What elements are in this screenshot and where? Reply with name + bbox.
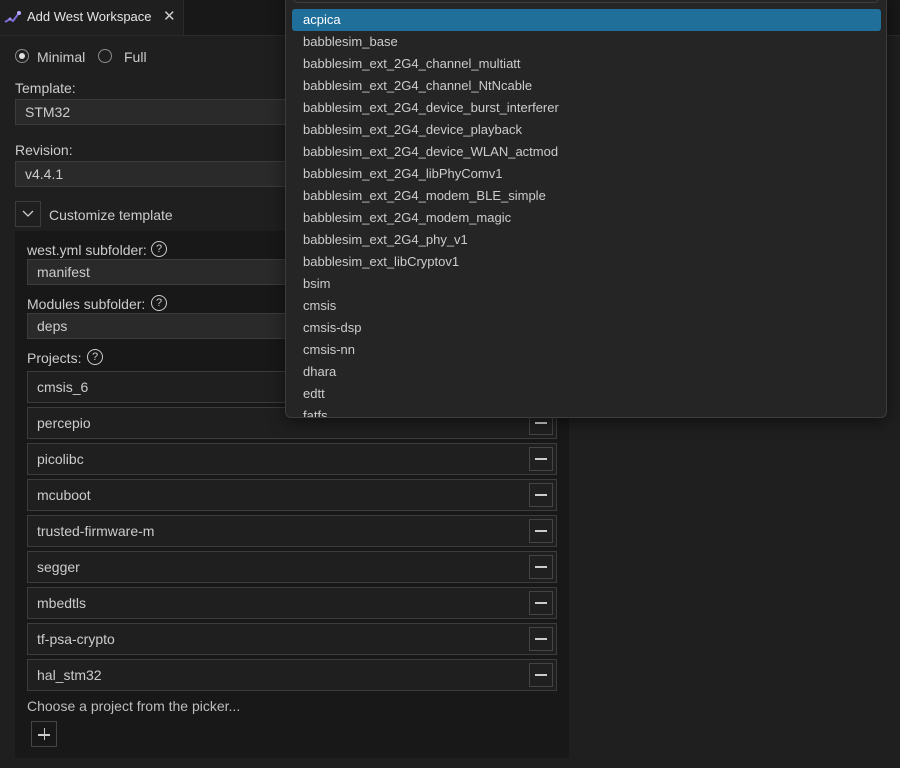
picker-item[interactable]: babblesim_ext_2G4_channel_multiatt (292, 53, 881, 75)
picker-item[interactable]: cmsis (292, 295, 881, 317)
minimal-radio[interactable] (15, 49, 29, 63)
project-row: trusted-firmware-m (27, 515, 557, 547)
picker-item[interactable]: babblesim_ext_2G4_libPhyComv1 (292, 163, 881, 185)
picker-item[interactable]: babblesim_ext_2G4_device_WLAN_actmod (292, 141, 881, 163)
chevron-down-icon (22, 210, 34, 217)
picker-item[interactable]: babblesim_ext_2G4_device_burst_interfere… (292, 97, 881, 119)
picker-search-input[interactable] (293, 0, 879, 3)
project-picker-dropdown: acpica babblesim_base babblesim_ext_2G4_ch… (285, 0, 887, 418)
full-radio-label: Full (124, 49, 147, 65)
project-row: mcuboot (27, 479, 557, 511)
picker-item[interactable]: cmsis-dsp (292, 317, 881, 339)
remove-project-button[interactable] (529, 591, 553, 615)
picker-item[interactable]: babblesim_ext_libCryptov1 (292, 251, 881, 273)
project-name[interactable]: hal_stm32 (37, 667, 102, 683)
full-radio[interactable] (98, 49, 112, 63)
project-name[interactable]: segger (37, 559, 80, 575)
revision-input[interactable]: v4.4.1 (15, 161, 305, 187)
project-name[interactable]: cmsis_6 (37, 379, 88, 395)
picker-item[interactable]: bsim (292, 273, 881, 295)
project-picker-hint: Choose a project from the picker... (27, 698, 241, 714)
picker-list: acpica babblesim_base babblesim_ext_2G4_ch… (292, 9, 881, 417)
project-row: segger (27, 551, 557, 583)
project-row: tf-psa-crypto (27, 623, 557, 655)
project-row: mbedtls (27, 587, 557, 619)
project-name[interactable]: trusted-firmware-m (37, 523, 154, 539)
modules-subfolder-label: Modules subfolder: (27, 296, 146, 312)
help-icon[interactable]: ? (151, 295, 167, 311)
remove-project-button[interactable] (529, 663, 553, 687)
picker-item[interactable]: babblesim_ext_2G4_phy_v1 (292, 229, 881, 251)
help-icon[interactable]: ? (151, 241, 167, 257)
picker-item[interactable]: fatfs (292, 405, 881, 417)
remove-project-button[interactable] (529, 627, 553, 651)
project-name[interactable]: picolibc (37, 451, 84, 467)
remove-project-button[interactable] (529, 555, 553, 579)
west-subfolder-label: west.yml subfolder: (27, 242, 147, 258)
picker-item[interactable]: dhara (292, 361, 881, 383)
project-name[interactable]: percepio (37, 415, 91, 431)
picker-item[interactable]: babblesim_ext_2G4_modem_magic (292, 207, 881, 229)
template-select[interactable]: STM32 (15, 99, 305, 125)
minimal-radio-label: Minimal (37, 49, 86, 65)
project-name[interactable]: mcuboot (37, 487, 91, 503)
project-row: picolibc (27, 443, 557, 475)
revision-label: Revision: (15, 142, 73, 158)
zephyr-logo-icon (4, 11, 21, 23)
customize-label: Customize template (49, 207, 173, 223)
project-name[interactable]: tf-psa-crypto (37, 631, 115, 647)
tab-title: Add West Workspace (27, 9, 152, 24)
customize-toggle-button[interactable] (15, 201, 41, 227)
picker-item[interactable]: babblesim_ext_2G4_channel_NtNcable (292, 75, 881, 97)
help-icon[interactable]: ? (87, 349, 103, 365)
add-project-button[interactable] (31, 721, 57, 747)
remove-project-button[interactable] (529, 447, 553, 471)
remove-project-button[interactable] (529, 519, 553, 543)
picker-item[interactable]: babblesim_ext_2G4_device_playback (292, 119, 881, 141)
modules-subfolder-input[interactable]: deps (27, 313, 305, 339)
project-name[interactable]: mbedtls (37, 595, 86, 611)
tab-add-west-workspace[interactable]: Add West Workspace ✕ (0, 0, 184, 35)
picker-item[interactable]: babblesim_base (292, 31, 881, 53)
picker-item[interactable]: babblesim_ext_2G4_modem_BLE_simple (292, 185, 881, 207)
picker-item[interactable]: acpica (292, 9, 881, 31)
template-label: Template: (15, 80, 76, 96)
picker-item[interactable]: cmsis-nn (292, 339, 881, 361)
remove-project-button[interactable] (529, 483, 553, 507)
projects-label: Projects: (27, 350, 82, 366)
close-icon[interactable]: ✕ (163, 8, 176, 25)
west-subfolder-input[interactable]: manifest (27, 259, 305, 285)
picker-item[interactable]: edtt (292, 383, 881, 405)
project-row: hal_stm32 (27, 659, 557, 691)
